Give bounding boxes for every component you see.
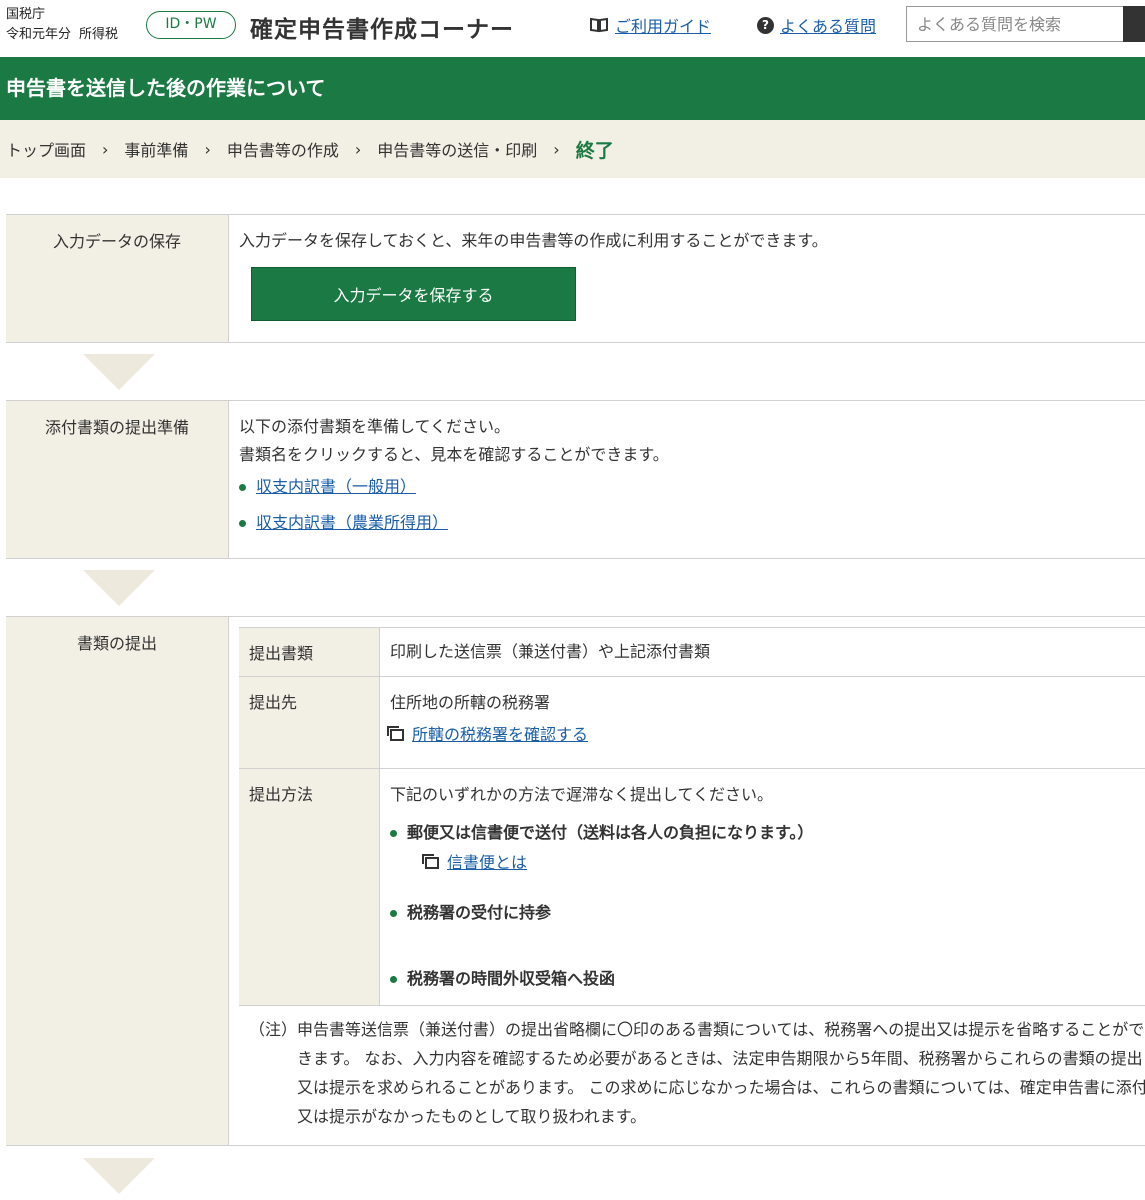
- correspondence-delivery-link[interactable]: 信書便とは: [422, 849, 1141, 877]
- table-row: 提出書類 印刷した送信票（兼送付書）や上記添付書類: [239, 627, 1145, 677]
- submission-table: 提出書類 印刷した送信票（兼送付書）や上記添付書類 提出先 住所地の所轄の税務署…: [239, 627, 1145, 1006]
- documents-header: 提出書類: [239, 628, 380, 676]
- documents-value: 印刷した送信票（兼送付書）や上記添付書類: [390, 642, 711, 661]
- question-icon: ?: [757, 16, 774, 34]
- breadcrumb-step-prep: 事前準備: [124, 141, 189, 160]
- submission-label: 書類の提出: [6, 617, 229, 1145]
- note-mark: （注）: [249, 1020, 298, 1039]
- save-data-section: 入力データの保存 入力データを保存しておくと、来年の申告書等の作成に利用すること…: [6, 214, 1145, 343]
- bullet-icon: [239, 483, 246, 491]
- method-after-hours-box: 税務署の時間外収受箱へ投函: [407, 969, 616, 988]
- breadcrumb: トップ画面 › 事前準備 › 申告書等の作成 › 申告書等の送信・印刷 › 終了: [0, 120, 1145, 178]
- correspondence-delivery-label[interactable]: 信書便とは: [447, 849, 527, 877]
- method-cell: 下記のいずれかの方法で遅滞なく提出してください。 郵便又は信書便で送付（送料は各…: [380, 769, 1145, 1005]
- search-button[interactable]: [1123, 6, 1145, 42]
- method-mail: 郵便又は信書便で送付（送料は各人の負担になります。）: [407, 823, 814, 842]
- external-window-icon: [422, 854, 439, 869]
- destination-value: 住所地の所轄の税務署: [390, 693, 551, 712]
- income-statement-agriculture-link[interactable]: 収支内訳書（農業所得用）: [256, 509, 448, 537]
- breadcrumb-current-step: 終了: [575, 139, 614, 162]
- step-arrow-down-icon: [83, 1158, 155, 1194]
- save-data-label: 入力データの保存: [6, 215, 229, 342]
- list-item: 税務署の時間外収受箱へ投函: [390, 965, 1141, 993]
- destination-header: 提出先: [239, 677, 380, 768]
- chevron-right-icon: ›: [102, 139, 109, 159]
- tax-office-lookup-link[interactable]: 所轄の税務署を確認する: [387, 721, 588, 749]
- user-guide-link[interactable]: ご利用ガイド: [589, 13, 711, 37]
- idpw-button[interactable]: ID・PW: [146, 11, 236, 39]
- tax-type: 所得税: [79, 27, 119, 42]
- list-item: 郵便又は信書便で送付（送料は各人の負担になります。）: [390, 819, 1141, 847]
- attachment-prep-section: 添付書類の提出準備 以下の添付書類を準備してください。 書類名をクリックすると、…: [6, 400, 1145, 559]
- method-in-person: 税務署の受付に持参: [407, 903, 552, 922]
- bullet-icon: [390, 975, 397, 983]
- chevron-right-icon: ›: [204, 139, 211, 159]
- destination-cell: 住所地の所轄の税務署 所轄の税務署を確認する: [380, 677, 1145, 762]
- bullet-icon: [390, 909, 397, 917]
- breadcrumb-step-send-print: 申告書等の送信・印刷: [377, 141, 538, 160]
- attachment-click-hint: 書類名をクリックすると、見本を確認することができます。: [239, 445, 669, 464]
- chevron-right-icon: ›: [354, 139, 362, 159]
- method-header: 提出方法: [239, 769, 380, 1005]
- tax-year-info: 令和元年分 所得税: [6, 25, 126, 45]
- page-title: 申告書を送信した後の作業について: [6, 76, 326, 100]
- page-title-bar: 申告書を送信した後の作業について: [0, 57, 1145, 120]
- table-row: 提出先 住所地の所轄の税務署 所轄の税務署を確認する: [239, 677, 1145, 769]
- save-input-data-button[interactable]: 入力データを保存する: [251, 267, 576, 321]
- tax-office-lookup-label[interactable]: 所轄の税務署を確認する: [412, 721, 588, 749]
- breadcrumb-step-create: 申告書等の作成: [226, 141, 339, 160]
- save-data-content: 入力データを保存しておくと、来年の申告書等の作成に利用することができます。 入力…: [239, 215, 1145, 321]
- list-item: 収支内訳書（一般用）: [239, 473, 1145, 501]
- tax-year: 令和元年分: [6, 27, 72, 42]
- site-header: 国税庁 令和元年分 所得税 ID・PW 確定申告書作成コーナー ご利用ガイド ? …: [0, 0, 1145, 57]
- bullet-icon: [390, 829, 397, 837]
- chevron-right-icon: ›: [553, 139, 560, 159]
- attachment-prep-content: 以下の添付書類を準備してください。 書類名をクリックすると、見本を確認することが…: [239, 401, 1145, 537]
- submission-note: （注） 申告書等送信票（兼送付書）の提出省略欄に〇印のある書類については、税務署…: [249, 1015, 1145, 1131]
- site-title: 確定申告書作成コーナー: [250, 17, 514, 43]
- method-intro: 下記のいずれかの方法で遅滞なく提出してください。: [390, 785, 774, 804]
- faq-search-input[interactable]: [906, 6, 1124, 42]
- bullet-icon: [239, 519, 246, 527]
- income-statement-general-link[interactable]: 収支内訳書（一般用）: [256, 473, 416, 501]
- list-item: 収支内訳書（農業所得用）: [239, 509, 1145, 537]
- external-window-icon: [387, 726, 404, 741]
- faq-label[interactable]: よくある質問: [780, 13, 876, 37]
- table-row: 提出方法 下記のいずれかの方法で遅滞なく提出してください。 郵便又は信書便で送付…: [239, 769, 1145, 1006]
- attachment-instruction: 以下の添付書類を準備してください。: [239, 417, 511, 436]
- faq-link[interactable]: ? よくある質問: [757, 13, 876, 37]
- user-guide-label[interactable]: ご利用ガイド: [615, 13, 711, 37]
- submission-section: 書類の提出 提出書類 印刷した送信票（兼送付書）や上記添付書類 提出先 住所地の…: [6, 616, 1145, 1146]
- breadcrumb-step-top: トップ画面: [6, 141, 87, 160]
- step-arrow-down-icon: [83, 570, 155, 606]
- agency-name: 国税庁: [6, 7, 46, 22]
- book-icon: [590, 17, 608, 33]
- list-item: 税務署の受付に持参: [390, 899, 1141, 927]
- save-data-description: 入力データを保存しておくと、来年の申告書等の作成に利用することができます。: [239, 231, 828, 250]
- agency-info: 国税庁 令和元年分 所得税: [6, 5, 126, 45]
- attachment-prep-label: 添付書類の提出準備: [6, 401, 229, 558]
- note-text: 申告書等送信票（兼送付書）の提出省略欄に〇印のある書類については、税務署への提出…: [297, 1020, 1145, 1126]
- step-arrow-down-icon: [83, 354, 155, 390]
